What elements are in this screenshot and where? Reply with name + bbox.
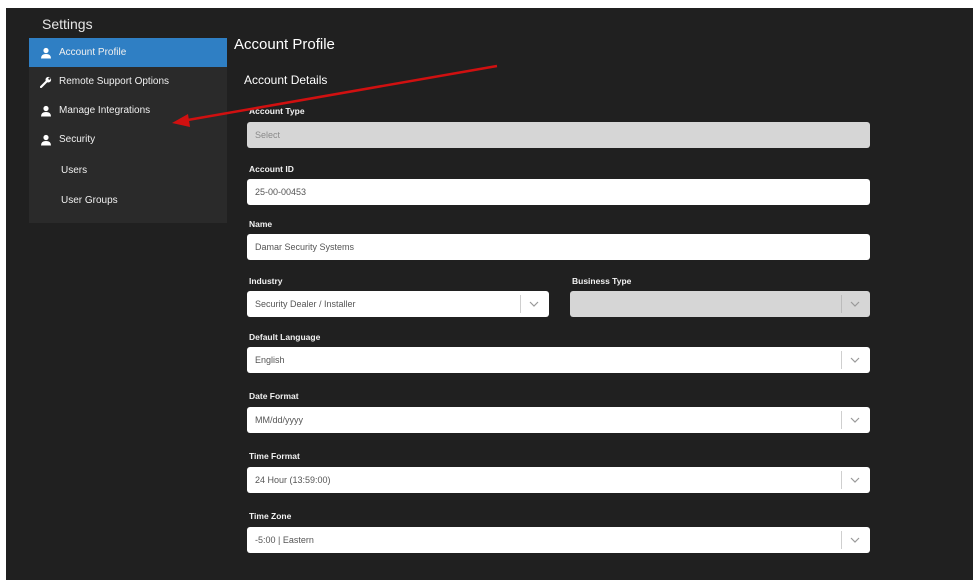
name-value: Damar Security Systems (255, 242, 355, 252)
industry-select[interactable]: Security Dealer / Installer (247, 291, 549, 317)
date-format-select[interactable]: MM/dd/yyyy (247, 407, 870, 433)
account-id-value: 25-00-00453 (255, 187, 307, 197)
chevron-down-icon[interactable] (841, 351, 868, 369)
chevron-down-icon[interactable] (841, 471, 868, 489)
name-field[interactable]: Damar Security Systems (247, 234, 870, 260)
time-zone-value: -5:00 | Eastern (255, 535, 314, 545)
name-label: Name (249, 219, 273, 229)
sidebar-item-label: Security (59, 134, 96, 145)
user-icon (39, 133, 53, 147)
sidebar-item-manage-integrations[interactable]: Manage Integrations (29, 96, 227, 125)
wrench-icon (39, 75, 53, 89)
sidebar-item-label: Account Profile (59, 47, 127, 58)
account-type-value: Select (255, 130, 281, 140)
sidebar-item-label: Manage Integrations (59, 105, 151, 116)
business-type-select (570, 291, 870, 317)
chevron-down-icon (841, 295, 868, 313)
sidebar-item-user-groups[interactable]: User Groups (29, 186, 227, 215)
app-title: Settings (42, 16, 93, 32)
sidebar-item-account-profile[interactable]: Account Profile (29, 38, 227, 67)
default-language-label: Default Language (249, 332, 321, 342)
time-zone-label: Time Zone (249, 511, 292, 521)
industry-label: Industry (249, 276, 283, 286)
business-type-label: Business Type (572, 276, 632, 286)
page-title: Account Profile (234, 36, 335, 53)
chevron-down-icon[interactable] (520, 295, 547, 313)
industry-value: Security Dealer / Installer (255, 299, 356, 309)
sidebar-item-users[interactable]: Users (29, 156, 227, 185)
user-icon (39, 46, 53, 60)
time-format-value: 24 Hour (13:59:00) (255, 475, 331, 485)
default-language-select[interactable]: English (247, 347, 870, 373)
section-title: Account Details (244, 73, 328, 87)
user-icon (39, 104, 53, 118)
sidebar-item-security[interactable]: Security (29, 125, 227, 154)
date-format-label: Date Format (249, 391, 299, 401)
time-zone-select[interactable]: -5:00 | Eastern (247, 527, 870, 553)
sidebar: Account Profile Remote Support Options M… (29, 38, 227, 223)
account-type-label: Account Type (249, 106, 305, 116)
date-format-value: MM/dd/yyyy (255, 415, 304, 425)
chevron-down-icon[interactable] (841, 411, 868, 429)
time-format-label: Time Format (249, 451, 300, 461)
account-type-select: Select (247, 122, 870, 148)
sidebar-item-remote-support-options[interactable]: Remote Support Options (29, 67, 227, 96)
sidebar-item-label: User Groups (61, 195, 118, 206)
sidebar-item-label: Remote Support Options (59, 76, 170, 87)
chevron-down-icon[interactable] (841, 531, 868, 549)
time-format-select[interactable]: 24 Hour (13:59:00) (247, 467, 870, 493)
account-id-field[interactable]: 25-00-00453 (247, 179, 870, 205)
sidebar-item-label: Users (61, 165, 88, 176)
default-language-value: English (255, 355, 285, 365)
account-id-label: Account ID (249, 164, 294, 174)
